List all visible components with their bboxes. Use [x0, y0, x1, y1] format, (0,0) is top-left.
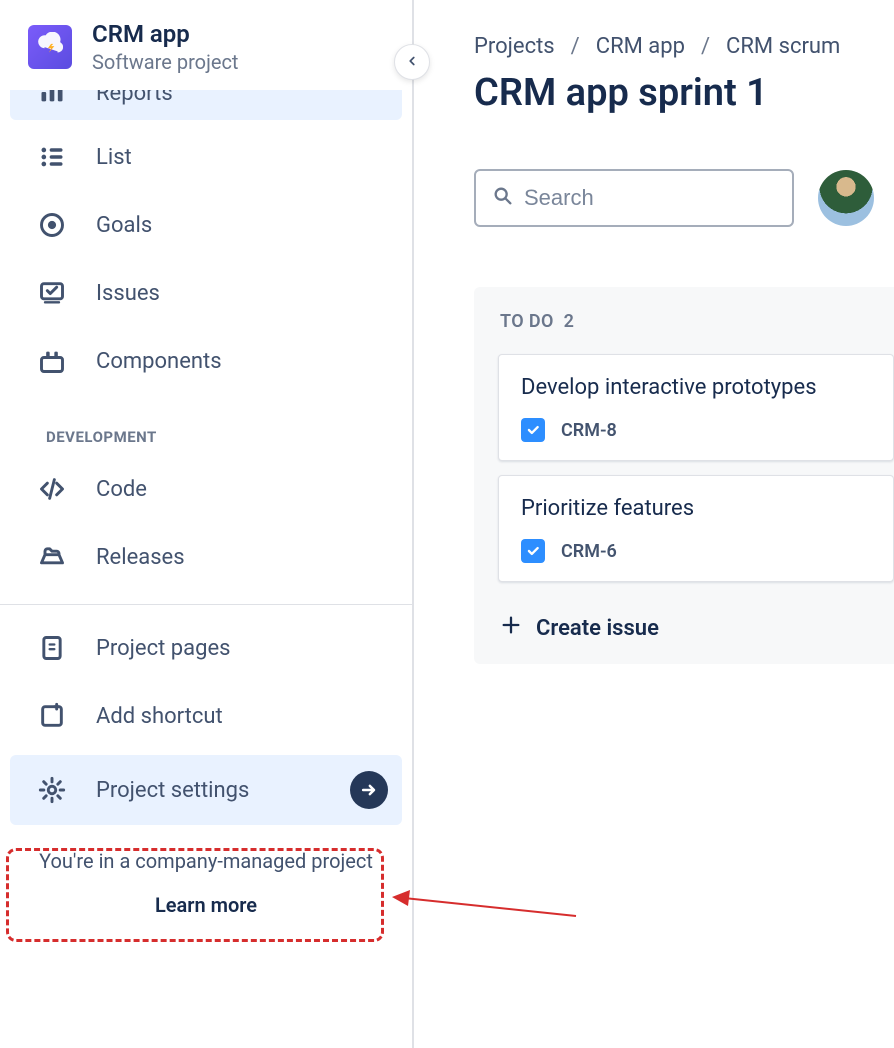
goals-icon — [38, 211, 74, 239]
sidebar-item-label: Issues — [96, 281, 160, 306]
project-subtitle: Software project — [92, 50, 238, 74]
task-type-icon — [521, 418, 545, 442]
arrow-right-circle-icon — [350, 771, 388, 809]
board-column-todo: TO DO 2 Develop interactive prototypes C… — [474, 287, 894, 664]
sidebar-item-label: Code — [96, 477, 147, 502]
cloud-lightning-icon — [37, 32, 63, 62]
footer-text: You're in a company-managed project — [10, 831, 402, 879]
page-title: CRM app sprint 1 — [474, 71, 894, 115]
project-title: CRM app — [92, 20, 238, 48]
sidebar-item-project-pages[interactable]: Project pages — [10, 617, 402, 679]
breadcrumb-board[interactable]: CRM scrum — [726, 34, 840, 59]
add-shortcut-icon — [38, 702, 74, 730]
breadcrumb-separator: / — [571, 34, 580, 59]
sidebar-item-goals[interactable]: Goals — [10, 194, 402, 256]
main-content: Projects / CRM app / CRM scrum CRM app s… — [414, 0, 894, 1048]
sidebar-item-issues[interactable]: Issues — [10, 262, 402, 324]
issue-card[interactable]: Prioritize features CRM-6 — [498, 475, 894, 582]
project-avatar — [28, 25, 72, 69]
search-box[interactable] — [474, 169, 794, 227]
collapse-sidebar-button[interactable] — [394, 44, 430, 80]
issue-title: Prioritize features — [521, 496, 871, 521]
avatar[interactable] — [818, 170, 874, 226]
gear-icon — [38, 776, 74, 804]
list-icon — [38, 143, 74, 171]
components-icon — [38, 347, 74, 375]
sidebar-item-reports[interactable]: Reports — [10, 90, 402, 120]
create-issue-label: Create issue — [536, 616, 659, 641]
chevron-left-icon — [405, 54, 419, 71]
sidebar-item-label: Goals — [96, 213, 152, 238]
sidebar-item-components[interactable]: Components — [10, 330, 402, 392]
sidebar-item-label: Add shortcut — [96, 704, 223, 729]
sidebar: CRM app Software project Reports List — [0, 0, 414, 1048]
column-status: TO DO — [500, 311, 554, 332]
breadcrumb: Projects / CRM app / CRM scrum — [474, 34, 894, 59]
sidebar-item-label: Components — [96, 349, 222, 374]
code-icon — [38, 475, 74, 503]
sidebar-item-label: Project settings — [96, 778, 249, 803]
sidebar-nav: Reports List Goals Issues — [0, 90, 412, 1048]
sidebar-item-list[interactable]: List — [10, 126, 402, 188]
breadcrumb-projects[interactable]: Projects — [474, 34, 555, 59]
reports-icon — [38, 90, 74, 106]
search-input[interactable] — [524, 185, 776, 211]
breadcrumb-project[interactable]: CRM app — [596, 34, 685, 59]
sidebar-item-label: Project pages — [96, 636, 230, 661]
learn-more-link[interactable]: Learn more — [10, 879, 402, 937]
issue-card[interactable]: Develop interactive prototypes CRM-8 — [498, 354, 894, 461]
sidebar-item-code[interactable]: Code — [10, 458, 402, 520]
plus-icon — [500, 614, 522, 642]
sidebar-item-releases[interactable]: Releases — [10, 526, 402, 588]
sidebar-item-label: List — [96, 145, 132, 170]
sidebar-item-project-settings[interactable]: Project settings — [10, 755, 402, 825]
divider — [0, 604, 412, 605]
issue-title: Develop interactive prototypes — [521, 375, 871, 400]
sidebar-item-label: Releases — [96, 545, 185, 570]
issue-key: CRM-8 — [561, 420, 617, 441]
create-issue-button[interactable]: Create issue — [498, 596, 894, 652]
search-icon — [492, 185, 514, 211]
sidebar-item-label: Reports — [96, 90, 173, 106]
section-heading-development: DEVELOPMENT — [10, 398, 402, 452]
task-type-icon — [521, 539, 545, 563]
column-header[interactable]: TO DO 2 — [498, 311, 894, 332]
sidebar-item-add-shortcut[interactable]: Add shortcut — [10, 685, 402, 747]
sidebar-header: CRM app Software project — [0, 0, 412, 90]
page-icon — [38, 634, 74, 662]
issue-key: CRM-6 — [561, 541, 617, 562]
issues-icon — [38, 279, 74, 307]
breadcrumb-separator: / — [701, 34, 710, 59]
releases-icon — [38, 543, 74, 571]
column-count: 2 — [564, 311, 575, 332]
